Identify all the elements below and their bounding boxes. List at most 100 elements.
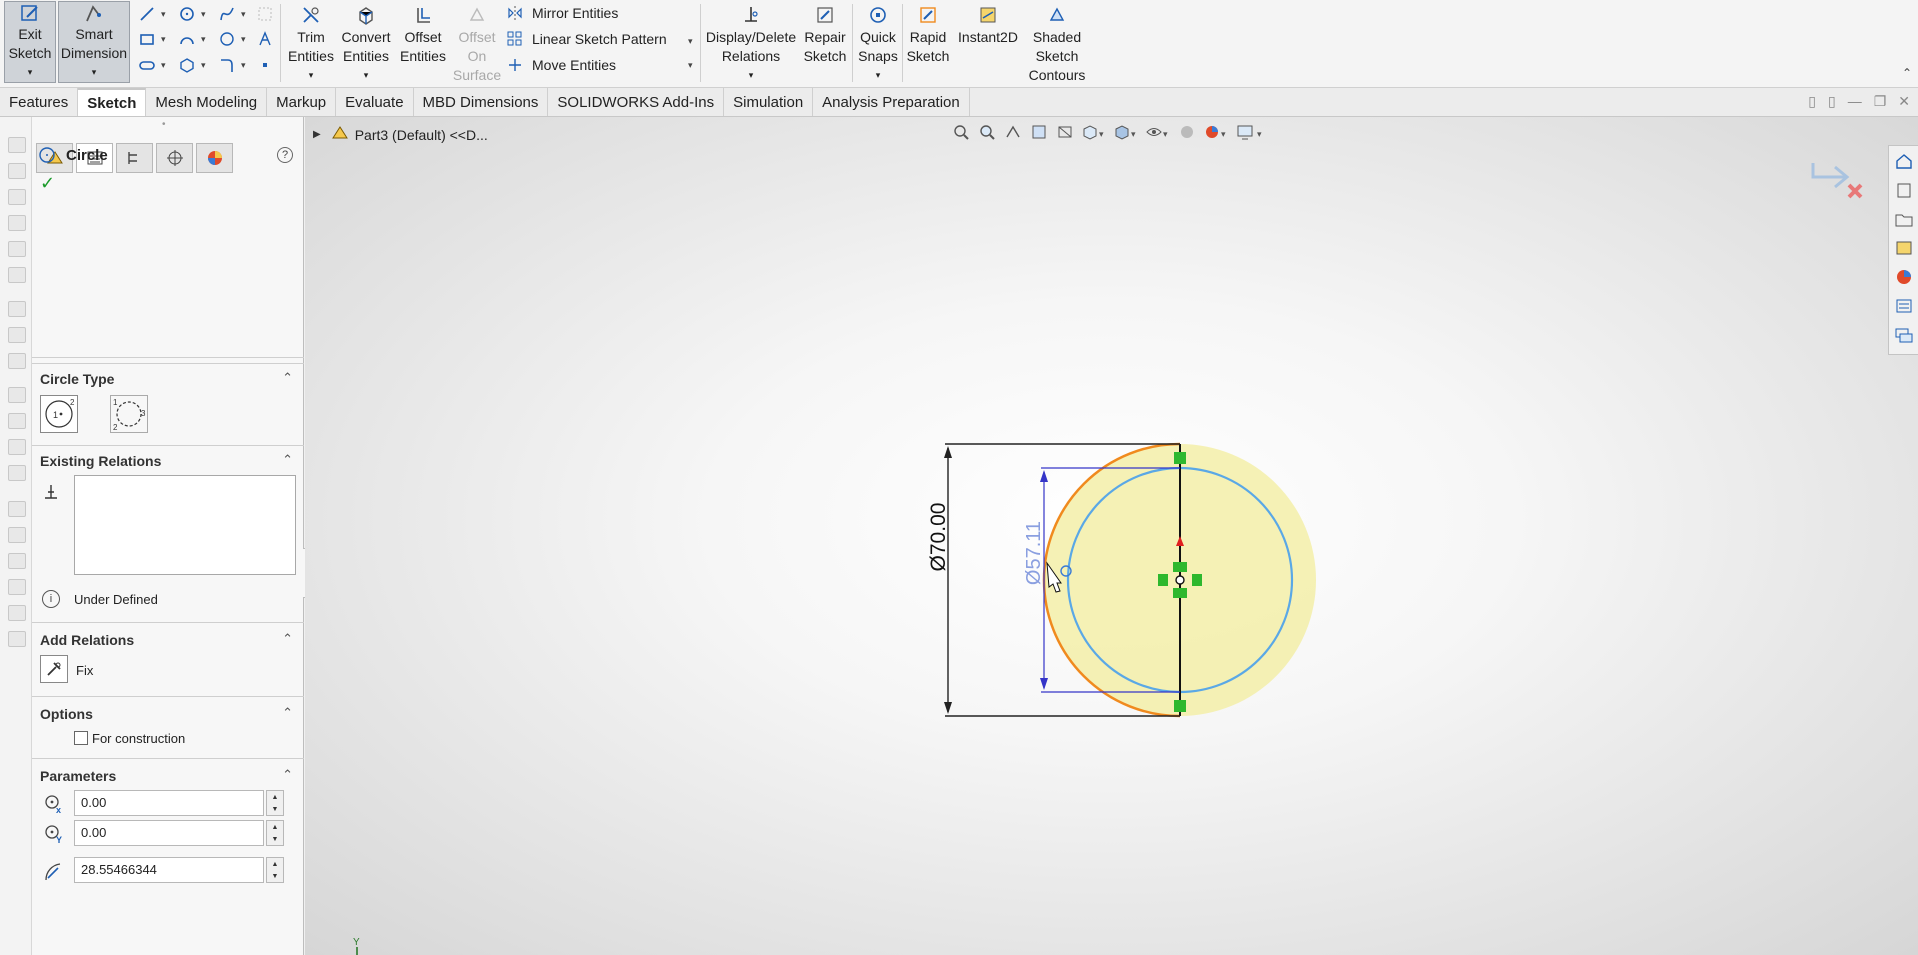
arc-icon[interactable] (176, 28, 198, 50)
minimize-icon[interactable]: — (1848, 93, 1862, 110)
tile-left-icon[interactable]: ▯ (1808, 93, 1816, 110)
weldment-icon[interactable] (8, 631, 26, 647)
extrude-icon[interactable] (8, 137, 26, 153)
perimeter-circle-option[interactable]: 1 3 2 (110, 395, 148, 433)
draft-icon[interactable] (8, 387, 26, 403)
chevron-down-icon[interactable]: ▾ (688, 36, 693, 47)
dimxpert-manager-tab[interactable] (156, 143, 193, 173)
endpoint-marker-top[interactable] (1174, 452, 1186, 464)
restore-icon[interactable]: ❐ (1874, 93, 1887, 110)
loft-icon[interactable] (8, 215, 26, 231)
shaded-sketch-contours-button[interactable]: Shaded Sketch Contours (1028, 2, 1086, 85)
ok-checkmark-icon[interactable]: ✓ (40, 173, 55, 194)
revolve-icon[interactable] (8, 163, 26, 179)
appearances-icon[interactable] (1894, 268, 1914, 286)
display-manager-tab[interactable] (196, 143, 233, 173)
center-point[interactable] (1175, 575, 1185, 585)
chevron-down-icon[interactable]: ▾ (241, 34, 246, 45)
tab-simulation[interactable]: Simulation (724, 88, 814, 116)
display-delete-relations-button[interactable]: Display/Delete Relations ▾ (706, 2, 796, 85)
shell-icon[interactable] (8, 413, 26, 429)
chevron-down-icon[interactable]: ▾ (161, 9, 166, 20)
sketch-canvas[interactable]: Ø70.00 Ø57.11 Y (305, 117, 1918, 955)
graphics-area[interactable]: ▶ Part3 (Default) <<D... ▾ ▾ ▾ ▾ ▾ Ø70.0… (305, 117, 1918, 955)
chevron-down-icon[interactable]: ▾ (201, 9, 206, 20)
offset-on-surface-button[interactable]: Offset On Surface (452, 2, 502, 85)
file-explorer-icon[interactable] (1894, 210, 1914, 228)
center-circle-option[interactable]: 12 (40, 395, 78, 433)
sheet-metal-icon[interactable] (8, 605, 26, 621)
radius-input[interactable]: 28.55466344 (74, 857, 264, 883)
tab-analysis-preparation[interactable]: Analysis Preparation (813, 88, 970, 116)
hexagon-icon[interactable] (176, 54, 198, 76)
tab-mesh-modeling[interactable]: Mesh Modeling (146, 88, 268, 116)
existing-relations-list[interactable] (74, 475, 296, 575)
text-icon[interactable] (254, 28, 276, 50)
reference-geometry-icon[interactable] (8, 501, 26, 517)
convert-entities-button[interactable]: Convert Entities ▾ (340, 2, 392, 85)
collapse-chevron-icon[interactable]: ⌃ (282, 631, 293, 647)
center-y-input[interactable]: 0.00 (74, 820, 264, 846)
forum-icon[interactable] (1894, 326, 1914, 344)
chevron-down-icon[interactable]: ▾ (241, 9, 246, 20)
collapse-chevron-icon[interactable]: ⌃ (282, 452, 293, 468)
tab-markup[interactable]: Markup (267, 88, 337, 116)
resources-icon[interactable] (1894, 181, 1914, 199)
tile-right-icon[interactable]: ▯ (1828, 93, 1836, 110)
panel-grip-icon[interactable]: • (162, 119, 166, 130)
tab-features[interactable]: Features (0, 88, 79, 116)
fillet-icon[interactable] (216, 54, 238, 76)
inner-diameter-dimension[interactable]: Ø57.11 (1023, 521, 1045, 585)
rib-icon[interactable] (8, 353, 26, 369)
boundary-icon[interactable] (8, 241, 26, 257)
intersect-icon[interactable] (8, 465, 26, 481)
linear-sketch-pattern-button[interactable]: Linear Sketch Pattern (506, 30, 667, 48)
chevron-down-icon[interactable]: ▾ (688, 60, 693, 71)
radius-spinner[interactable]: ▲ ▼ (266, 857, 284, 883)
polygon-icon[interactable] (216, 28, 238, 50)
curves-icon[interactable] (8, 527, 26, 543)
instant3d-icon[interactable] (8, 553, 26, 569)
tab-mbd-dimensions[interactable]: MBD Dimensions (414, 88, 549, 116)
center-y-spinner[interactable]: ▲ ▼ (266, 820, 284, 846)
rapid-sketch-button[interactable]: Rapid Sketch (906, 2, 950, 66)
line-icon[interactable] (136, 3, 158, 25)
endpoint-marker-bottom[interactable] (1174, 700, 1186, 712)
fillet-feature-icon[interactable] (8, 301, 26, 317)
chevron-down-icon[interactable]: ▾ (201, 34, 206, 45)
cut-icon[interactable] (8, 267, 26, 283)
chevron-down-icon[interactable]: ▾ (201, 60, 206, 71)
chevron-down-icon[interactable]: ▾ (241, 60, 246, 71)
chevron-down-icon[interactable]: ▾ (161, 34, 166, 45)
sweep-icon[interactable] (8, 189, 26, 205)
close-icon[interactable]: ✕ (1898, 93, 1910, 110)
view-palette-icon[interactable] (1894, 239, 1914, 257)
center-x-input[interactable]: 0.00 (74, 790, 264, 816)
home-icon[interactable] (1894, 152, 1914, 170)
outer-diameter-dimension[interactable]: Ø70.00 (927, 503, 950, 572)
rectangle-icon[interactable] (136, 28, 158, 50)
tab-evaluate[interactable]: Evaluate (336, 88, 414, 116)
move-entities-button[interactable]: Move Entities (506, 56, 616, 74)
custom-properties-icon[interactable] (1894, 297, 1914, 315)
trim-entities-button[interactable]: Trim Entities ▾ (286, 2, 336, 85)
wrap-icon[interactable] (8, 439, 26, 455)
spline-icon[interactable] (216, 3, 238, 25)
fix-relation-button[interactable] (40, 655, 68, 683)
for-construction-checkbox[interactable] (74, 731, 88, 745)
collapse-chevron-icon[interactable]: ⌃ (282, 767, 293, 783)
center-x-spinner[interactable]: ▲ ▼ (266, 790, 284, 816)
collapse-ribbon-icon[interactable]: ⌃ (1902, 66, 1912, 80)
point-icon[interactable] (254, 54, 276, 76)
pattern-icon[interactable] (8, 327, 26, 343)
tab-sketch[interactable]: Sketch (78, 88, 147, 116)
slot-icon[interactable] (136, 54, 158, 76)
collapse-chevron-icon[interactable]: ⌃ (282, 370, 293, 386)
mirror-entities-button[interactable]: Mirror Entities (506, 4, 618, 22)
instant2d-button[interactable]: Instant2D (954, 2, 1022, 47)
configuration-manager-tab[interactable] (116, 143, 153, 173)
chevron-down-icon[interactable]: ▾ (161, 60, 166, 71)
quick-snaps-button[interactable]: Quick Snaps ▾ (856, 2, 900, 85)
offset-entities-button[interactable]: Offset Entities (398, 2, 448, 66)
smart-dimension-button[interactable]: Smart Dimension ▾ (58, 1, 130, 83)
